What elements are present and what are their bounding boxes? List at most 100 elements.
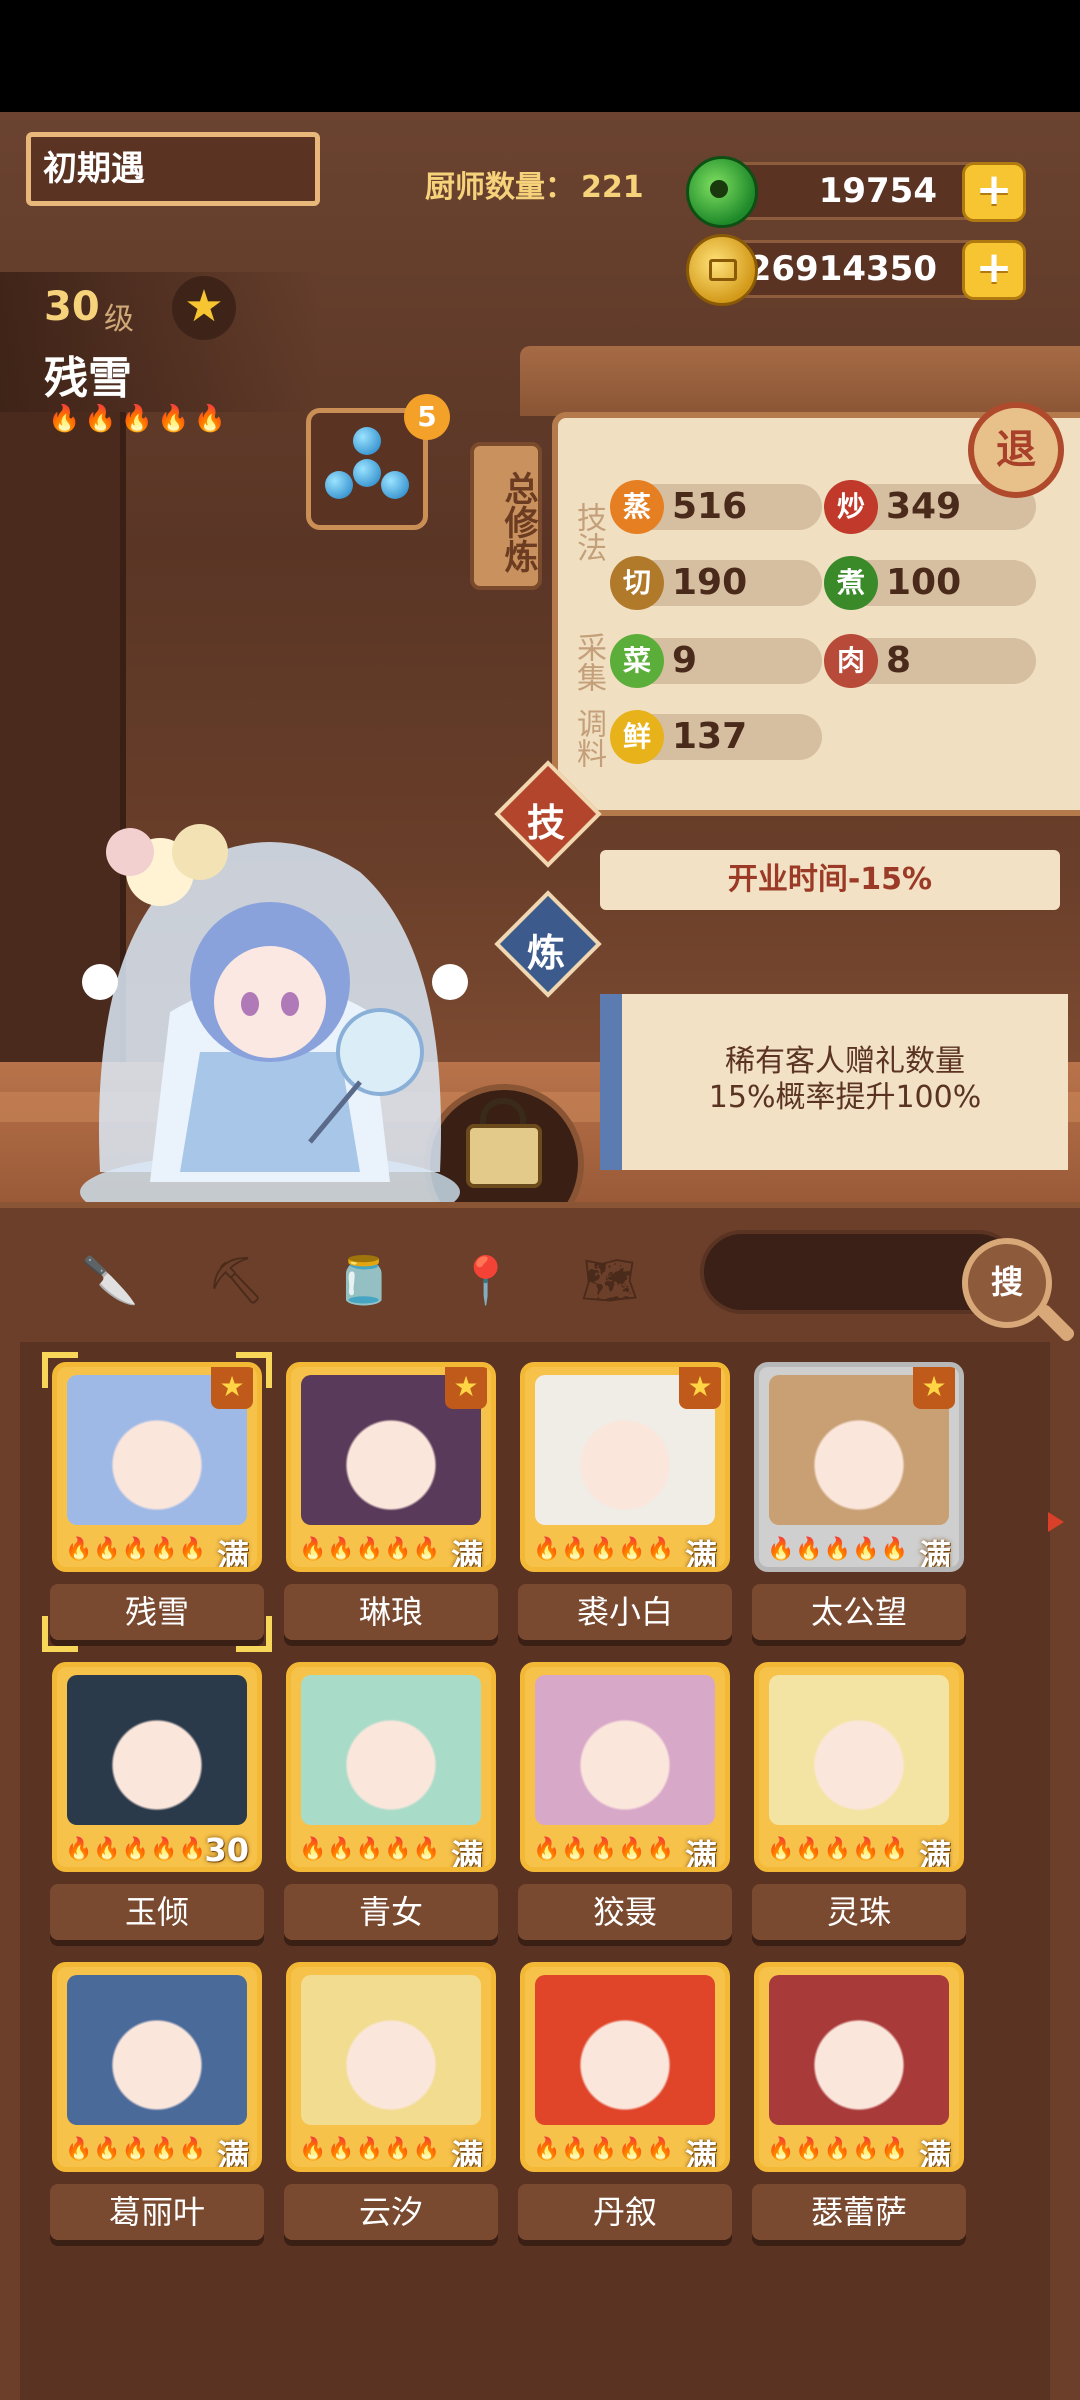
chef-card-portrait: 🔥🔥🔥🔥🔥 满 [754,1662,964,1872]
chef-card-badge: 30 [204,1831,249,1869]
chef-card-name: 残雪 [50,1584,264,1640]
chef-count-label: 厨师数量： [425,170,575,205]
chef-card-name: 裘小白 [518,1584,732,1640]
chef-card[interactable]: 🔥🔥🔥🔥🔥 满丹叙 [518,1962,732,2248]
chef-name: 残雪 [44,353,132,404]
chef-card-name: 云汐 [284,2184,498,2240]
orb-icon [353,427,381,455]
chef-card[interactable]: 🔥🔥🔥🔥🔥 满云汐 [284,1962,498,2248]
refine-effect-line2: 15%概率提升100% [708,1080,982,1115]
tab-total-cultivation[interactable]: 总修炼 [470,442,542,590]
orb-icon [325,471,353,499]
chef-card-name: 葛丽叶 [50,2184,264,2240]
star-icon: ★ [445,1367,487,1409]
chef-avatar [67,1675,247,1825]
stat-type-icon: 蒸 [610,480,664,534]
chef-card[interactable]: ★ 🔥🔥🔥🔥🔥 满太公望 [752,1362,966,1648]
star-icon: ★ [913,1367,955,1409]
stat-type-icon: 鲜 [610,710,664,764]
stat-number: 190 [672,562,748,603]
chef-list: ★ 🔥🔥🔥🔥🔥 满残雪 ★ 🔥🔥🔥🔥🔥 满琳琅 ★ 🔥🔥🔥🔥🔥 满裘小白 ★ 🔥🔥🔥🔥🔥 满太公望 🔥🔥… [0,1342,1080,2400]
chef-avatar [535,1975,715,2125]
chef-card-name: 太公望 [752,1584,966,1640]
flame-rating: 🔥🔥🔥🔥🔥 [299,1537,441,1562]
chef-card[interactable]: ★ 🔥🔥🔥🔥🔥 满琳琅 [284,1362,498,1648]
chef-card-badge: 满 [684,1537,717,1572]
flame-rating: 🔥🔥🔥🔥🔥 [767,1837,909,1862]
orb-icon [353,459,381,487]
chef-card-portrait: 🔥🔥🔥🔥🔥 满 [286,1662,496,1872]
chef-card-badge: 满 [450,1837,483,1872]
map-filter-icon[interactable]: 🗺 [580,1250,640,1310]
chef-avatar [301,1975,481,2125]
chef-card-badge: 满 [684,2137,717,2172]
stat-type-icon: 菜 [610,634,664,688]
chef-card[interactable]: 🔥🔥🔥🔥🔥 满青女 [284,1662,498,1948]
chef-card-badge: 满 [918,2137,951,2172]
flame-rating: 🔥🔥🔥🔥🔥 [65,2137,207,2162]
chef-card[interactable]: 🔥🔥🔥🔥🔥 满瑟蕾萨 [752,1962,966,2248]
stat-value: 肉8 [824,634,1036,688]
selection-corner [236,1616,272,1652]
chef-card-name: 青女 [284,1884,498,1940]
flame-rating: 🔥🔥🔥🔥🔥 [533,1537,675,1562]
stat-number: 349 [886,486,962,527]
stat-number: 100 [886,562,962,603]
selection-corner [42,1616,78,1652]
star-icon[interactable]: ★ [172,276,236,340]
chef-card[interactable]: ★ 🔥🔥🔥🔥🔥 满残雪 [42,1352,272,1652]
stat-value: 切 190 [610,556,822,610]
chef-card-badge: 满 [216,2137,249,2172]
stat-value: 鲜 137 [610,710,822,764]
chef-card-portrait: 🔥🔥🔥🔥🔥 30 [52,1662,262,1872]
chef-card-name: 狡聂 [518,1884,732,1940]
stat-number: 137 [672,716,748,757]
skill-effect: 开业时间-15% [600,850,1060,910]
page-title: 初期遇 [26,132,320,206]
chef-avatar [769,1675,949,1825]
chef-card[interactable]: 🔥🔥🔥🔥🔥 满灵珠 [752,1662,966,1948]
stat-type-icon: 切 [610,556,664,610]
chef-card-portrait: 🔥🔥🔥🔥🔥 满 [286,1962,496,2172]
skill-button-label: 技 [526,801,565,845]
chef-count-value: 221 [581,170,644,205]
chef-card-portrait: ★ 🔥🔥🔥🔥🔥 满 [52,1362,262,1572]
scroll-indicator[interactable] [1048,1512,1064,1532]
refine-effect-line1: 稀有客人赠礼数量 [725,1044,965,1079]
add-jade-button[interactable]: + [962,162,1026,222]
section-gather-label: 采集 [571,632,606,692]
section-skill-label: 技法 [571,502,606,562]
chef-card[interactable]: ★ 🔥🔥🔥🔥🔥 满裘小白 [518,1362,732,1648]
chef-level: 30 [44,284,100,330]
back-button[interactable]: 退 [968,402,1064,498]
stat-number: 8 [886,640,912,681]
chef-card-name: 灵珠 [752,1884,966,1940]
chef-card-badge: 满 [684,1837,717,1872]
chef-card-name: 琳琅 [284,1584,498,1640]
section-season-label: 调料 [571,708,606,768]
coin-icon [686,234,758,306]
stat-type-icon: 煮 [824,556,878,610]
chef-avatar [67,1975,247,2125]
flame-rating: 🔥🔥🔥🔥🔥 [767,1537,909,1562]
knife-filter-icon[interactable]: 🔪 [80,1250,140,1310]
shovel-filter-icon[interactable]: ⛏ [206,1250,266,1310]
chef-card-name: 玉倾 [50,1884,264,1940]
flame-rating: 🔥🔥🔥🔥🔥 [767,2137,909,2162]
stat-value: 菜9 [610,634,822,688]
chef-avatar [769,1975,949,2125]
refine-button-label: 炼 [526,931,565,975]
location-filter-icon[interactable]: 📍 [456,1250,516,1310]
chef-card-portrait: ★ 🔥🔥🔥🔥🔥 满 [520,1362,730,1572]
flame-rating: 🔥🔥🔥🔥🔥 [299,1837,441,1862]
chef-card-badge: 满 [450,1537,483,1572]
jar-filter-icon[interactable]: 🫙 [334,1250,394,1310]
selection-corner [42,1352,78,1388]
chef-card[interactable]: 🔥🔥🔥🔥🔥 30 玉倾 [50,1662,264,1948]
chef-count: 厨师数量： 221 [425,162,644,206]
add-coin-button[interactable]: + [962,240,1026,300]
chef-card[interactable]: 🔥🔥🔥🔥🔥 满葛丽叶 [50,1962,264,2248]
stat-value: 蒸 516 [610,480,822,534]
chef-card[interactable]: 🔥🔥🔥🔥🔥 满狡聂 [518,1662,732,1948]
chef-card-portrait: 🔥🔥🔥🔥🔥 满 [520,1962,730,2172]
